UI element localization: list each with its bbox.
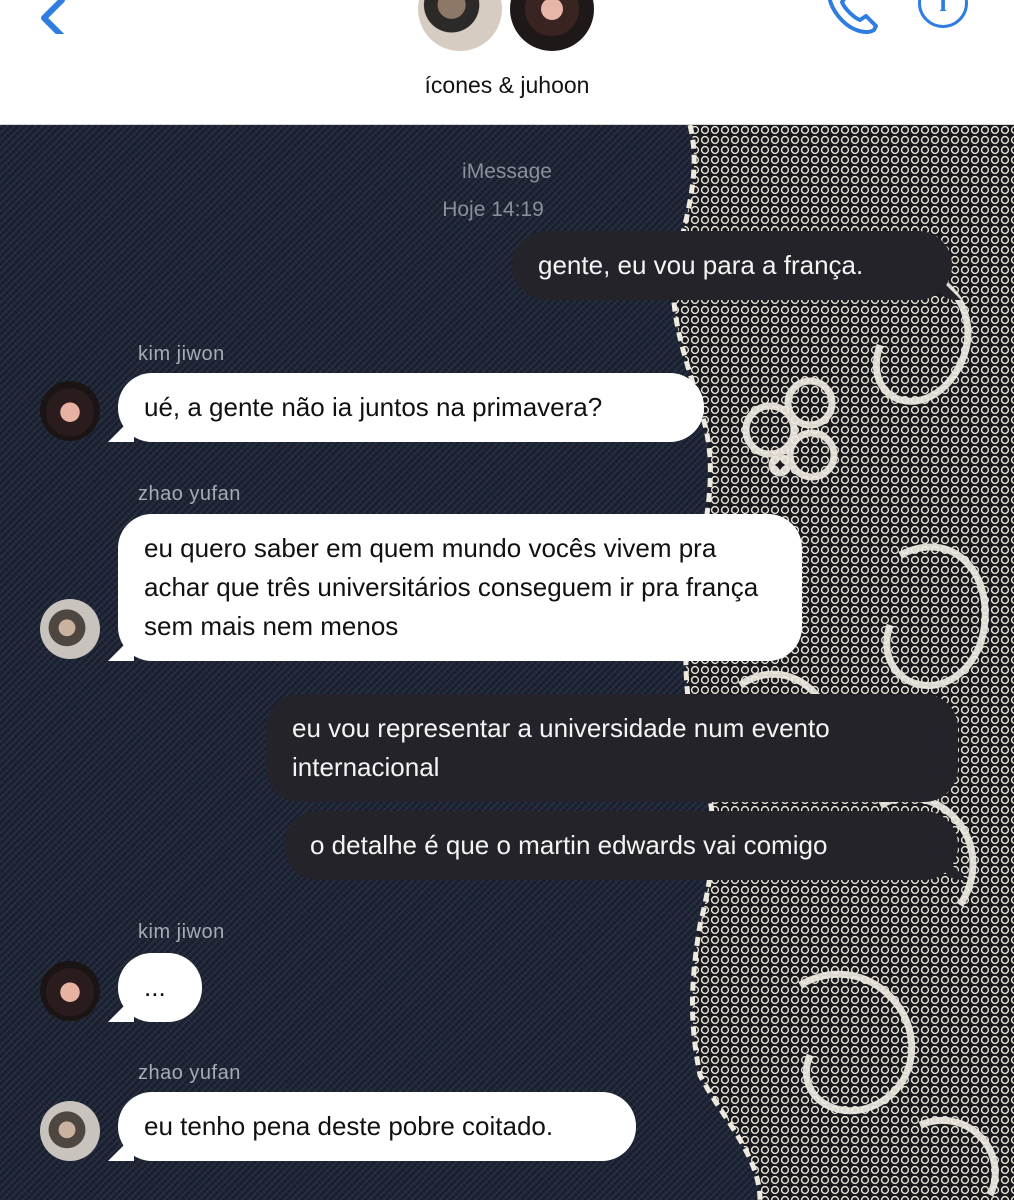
outgoing-message-bubble[interactable]: eu vou representar a universidade num ev…: [266, 694, 958, 802]
avatar-zhao-yufan[interactable]: [40, 1101, 100, 1161]
call-button[interactable]: [820, 0, 882, 38]
sender-name: zhao yufan: [138, 1062, 241, 1084]
service-label: iMessage: [462, 160, 552, 183]
message-text: ...: [144, 972, 166, 1002]
phone-icon: [827, 0, 878, 34]
avatar-zhao-yufan[interactable]: [40, 599, 100, 659]
sender-name: kim jiwon: [138, 343, 225, 365]
conversation-title[interactable]: ícones & juhoon: [0, 72, 1014, 99]
message-text: eu vou representar a universidade num ev…: [292, 713, 830, 782]
sender-name: zhao yufan: [138, 483, 241, 505]
message-thread[interactable]: iMessage Hoje 14:19 gente, eu vou para a…: [0, 125, 1014, 1200]
back-button[interactable]: [30, 0, 80, 39]
message-text: ué, a gente não ia juntos na primavera?: [144, 392, 603, 422]
thread-timestamp: Hoje 14:19: [442, 198, 544, 221]
message-text: eu tenho pena deste pobre coitado.: [144, 1111, 554, 1141]
chevron-left-icon: [41, 0, 65, 39]
outgoing-message-bubble[interactable]: gente, eu vou para a frança.: [512, 231, 952, 300]
incoming-message-bubble[interactable]: ...: [118, 953, 202, 1022]
incoming-message-bubble[interactable]: eu quero saber em quem mundo vocês vivem…: [118, 514, 802, 661]
incoming-message-bubble[interactable]: eu tenho pena deste pobre coitado.: [118, 1092, 636, 1161]
conversation-header: ícones & juhoon i: [0, 0, 1014, 125]
message-text: o detalhe é que o martin edwards vai com…: [310, 830, 828, 860]
incoming-message-bubble[interactable]: ué, a gente não ia juntos na primavera?: [118, 373, 704, 442]
info-icon: i: [939, 0, 947, 17]
message-text: gente, eu vou para a frança.: [538, 250, 864, 280]
group-avatars[interactable]: [415, 0, 605, 54]
group-avatar-2: [507, 0, 597, 54]
outgoing-message-bubble[interactable]: o detalhe é que o martin edwards vai com…: [284, 811, 958, 880]
avatar-kim-jiwon[interactable]: [40, 381, 100, 441]
message-text: eu quero saber em quem mundo vocês vivem…: [144, 533, 759, 641]
group-avatar-1: [415, 0, 505, 54]
sender-name: kim jiwon: [138, 921, 225, 943]
info-button[interactable]: i: [918, 0, 968, 28]
avatar-kim-jiwon[interactable]: [40, 961, 100, 1021]
